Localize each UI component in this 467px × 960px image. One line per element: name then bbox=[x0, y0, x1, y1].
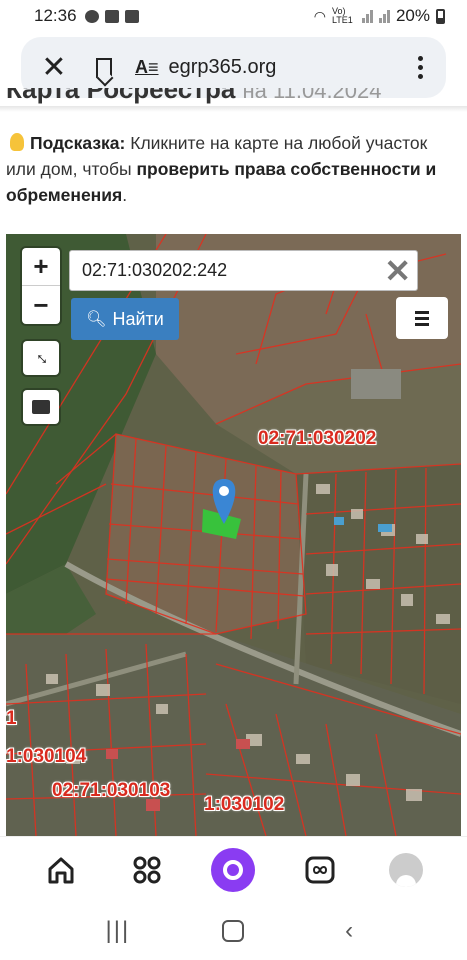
chat-notification-icon bbox=[84, 9, 99, 23]
zoom-controls: + − bbox=[22, 248, 60, 324]
hint-text: Подсказка: Кликните на карте на любой уч… bbox=[6, 133, 437, 205]
zoom-in-button[interactable]: + bbox=[22, 248, 60, 286]
tabs-icon bbox=[305, 856, 335, 883]
layers-menu-button[interactable] bbox=[396, 297, 448, 339]
cadastral-label: 1 bbox=[6, 708, 17, 729]
gallery-notification-icon bbox=[124, 9, 139, 23]
cadastral-label: 02:71:030103 bbox=[52, 780, 171, 801]
zoom-out-button[interactable]: − bbox=[22, 286, 60, 324]
apps-icon bbox=[133, 856, 161, 883]
signal-icon bbox=[361, 9, 373, 23]
search-icon: 🔍︎ bbox=[86, 311, 107, 328]
apps-button[interactable] bbox=[125, 848, 169, 892]
system-navigation-bar: ||| ‹ bbox=[0, 902, 467, 960]
home-icon bbox=[48, 857, 74, 883]
reader-mode-icon[interactable]: A≡ bbox=[135, 57, 159, 78]
home-system-button[interactable] bbox=[213, 911, 253, 951]
browser-menu-button[interactable] bbox=[410, 56, 430, 79]
print-button[interactable] bbox=[23, 390, 59, 424]
home-system-icon bbox=[222, 920, 245, 942]
close-tab-button[interactable]: ✕ bbox=[37, 51, 71, 85]
cadastral-label: 02:71:030202 bbox=[258, 428, 377, 449]
back-button[interactable]: ‹ bbox=[329, 911, 369, 951]
browser-bottom-nav bbox=[0, 836, 467, 902]
printer-icon bbox=[32, 400, 50, 414]
clock: 12:36 bbox=[34, 6, 77, 25]
battery-icon bbox=[436, 8, 445, 24]
alice-icon bbox=[211, 847, 256, 892]
lightbulb-icon bbox=[10, 133, 24, 151]
bookmark-icon bbox=[96, 57, 112, 78]
expand-icon: ↕ bbox=[30, 347, 51, 368]
back-icon: ‹ bbox=[345, 917, 354, 944]
battery-percent: 20% bbox=[395, 6, 430, 25]
status-bar: 12:36 ◠ Vo) LTE1 20% bbox=[0, 0, 467, 32]
profile-icon bbox=[388, 852, 423, 887]
cadastral-map[interactable]: + − ↕ 02:71:030202:242 ✕ 🔍︎ Найти 02:71:… bbox=[6, 234, 461, 836]
find-button[interactable]: 🔍︎ Найти bbox=[71, 298, 179, 340]
clear-search-button[interactable]: ✕ bbox=[384, 255, 411, 287]
bookmark-button[interactable] bbox=[87, 51, 121, 85]
wifi-icon: ◠ bbox=[313, 7, 326, 24]
alice-button[interactable] bbox=[211, 847, 256, 892]
signal-2-icon bbox=[378, 9, 390, 23]
menu-icon bbox=[415, 310, 429, 326]
home-button[interactable] bbox=[39, 848, 83, 892]
profile-button[interactable] bbox=[384, 848, 428, 892]
tabs-button[interactable] bbox=[298, 848, 342, 892]
recent-apps-button[interactable]: ||| bbox=[98, 911, 138, 951]
cadastral-label: 1:030104 bbox=[6, 746, 87, 767]
cadastral-search-input[interactable]: 02:71:030202:242 ✕ bbox=[69, 250, 418, 291]
network-label: Vo) LTE1 bbox=[331, 6, 353, 25]
url-text[interactable]: egrp365.org bbox=[169, 56, 277, 79]
cadastral-label: 1:030102 bbox=[204, 794, 285, 815]
recents-icon: ||| bbox=[105, 917, 131, 944]
fullscreen-button[interactable]: ↕ bbox=[23, 341, 59, 375]
mail-notification-icon bbox=[104, 9, 119, 23]
